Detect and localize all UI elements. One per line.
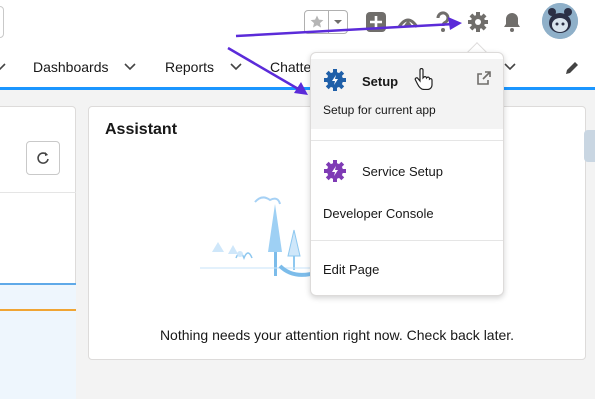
chevron-down-icon[interactable]	[122, 58, 138, 74]
menu-divider	[311, 140, 503, 141]
chevron-down-icon[interactable]	[329, 11, 347, 33]
service-gear-icon	[323, 159, 347, 183]
bell-icon[interactable]	[500, 10, 524, 34]
menu-setup-subtitle: Setup for current app	[323, 103, 436, 117]
plus-icon[interactable]	[364, 10, 388, 34]
menu-item-service-setup[interactable]: Service Setup	[362, 164, 443, 179]
chevron-down-icon[interactable]	[228, 58, 244, 74]
favorites-group	[304, 10, 348, 34]
menu-item-developer-console[interactable]: Developer Console	[323, 206, 434, 221]
assistant-empty-message: Nothing needs your attention right now. …	[159, 327, 515, 343]
star-icon[interactable]	[305, 11, 329, 33]
hand-cursor-icon	[414, 67, 434, 91]
left-chart-line	[0, 309, 76, 311]
nav-item-label: Reports	[165, 58, 215, 75]
nav-item-dashboards[interactable]: Dashboards	[33, 46, 109, 87]
refresh-button[interactable]	[26, 141, 60, 175]
setup-gear-icon	[323, 68, 347, 92]
nav-item-label: Dashboards	[33, 58, 109, 75]
open-new-window-icon[interactable]	[476, 70, 492, 86]
avatar[interactable]	[542, 3, 578, 39]
pencil-icon[interactable]	[564, 60, 580, 76]
gear-icon[interactable]	[466, 10, 490, 34]
trailhead-icon[interactable]	[396, 10, 420, 34]
nav-item-reports[interactable]: Reports	[165, 46, 214, 87]
assistant-title: Assistant	[105, 121, 178, 138]
empty-state-illustration	[200, 192, 320, 284]
menu-setup-label: Setup	[362, 74, 399, 89]
divider	[0, 192, 76, 193]
search-box-edge[interactable]	[0, 6, 4, 38]
left-chart-area	[0, 283, 76, 399]
menu-item-edit-page[interactable]: Edit Page	[323, 262, 379, 277]
chevron-down-icon[interactable]	[0, 58, 8, 74]
help-icon[interactable]	[431, 10, 455, 34]
app-nav-bar: Dashboards Reports Chatter	[0, 46, 595, 90]
side-panel-toggle[interactable]	[584, 130, 595, 162]
menu-divider	[311, 240, 503, 241]
global-header	[0, 0, 595, 46]
refresh-icon	[37, 152, 49, 164]
chevron-down-icon[interactable]	[502, 58, 518, 74]
